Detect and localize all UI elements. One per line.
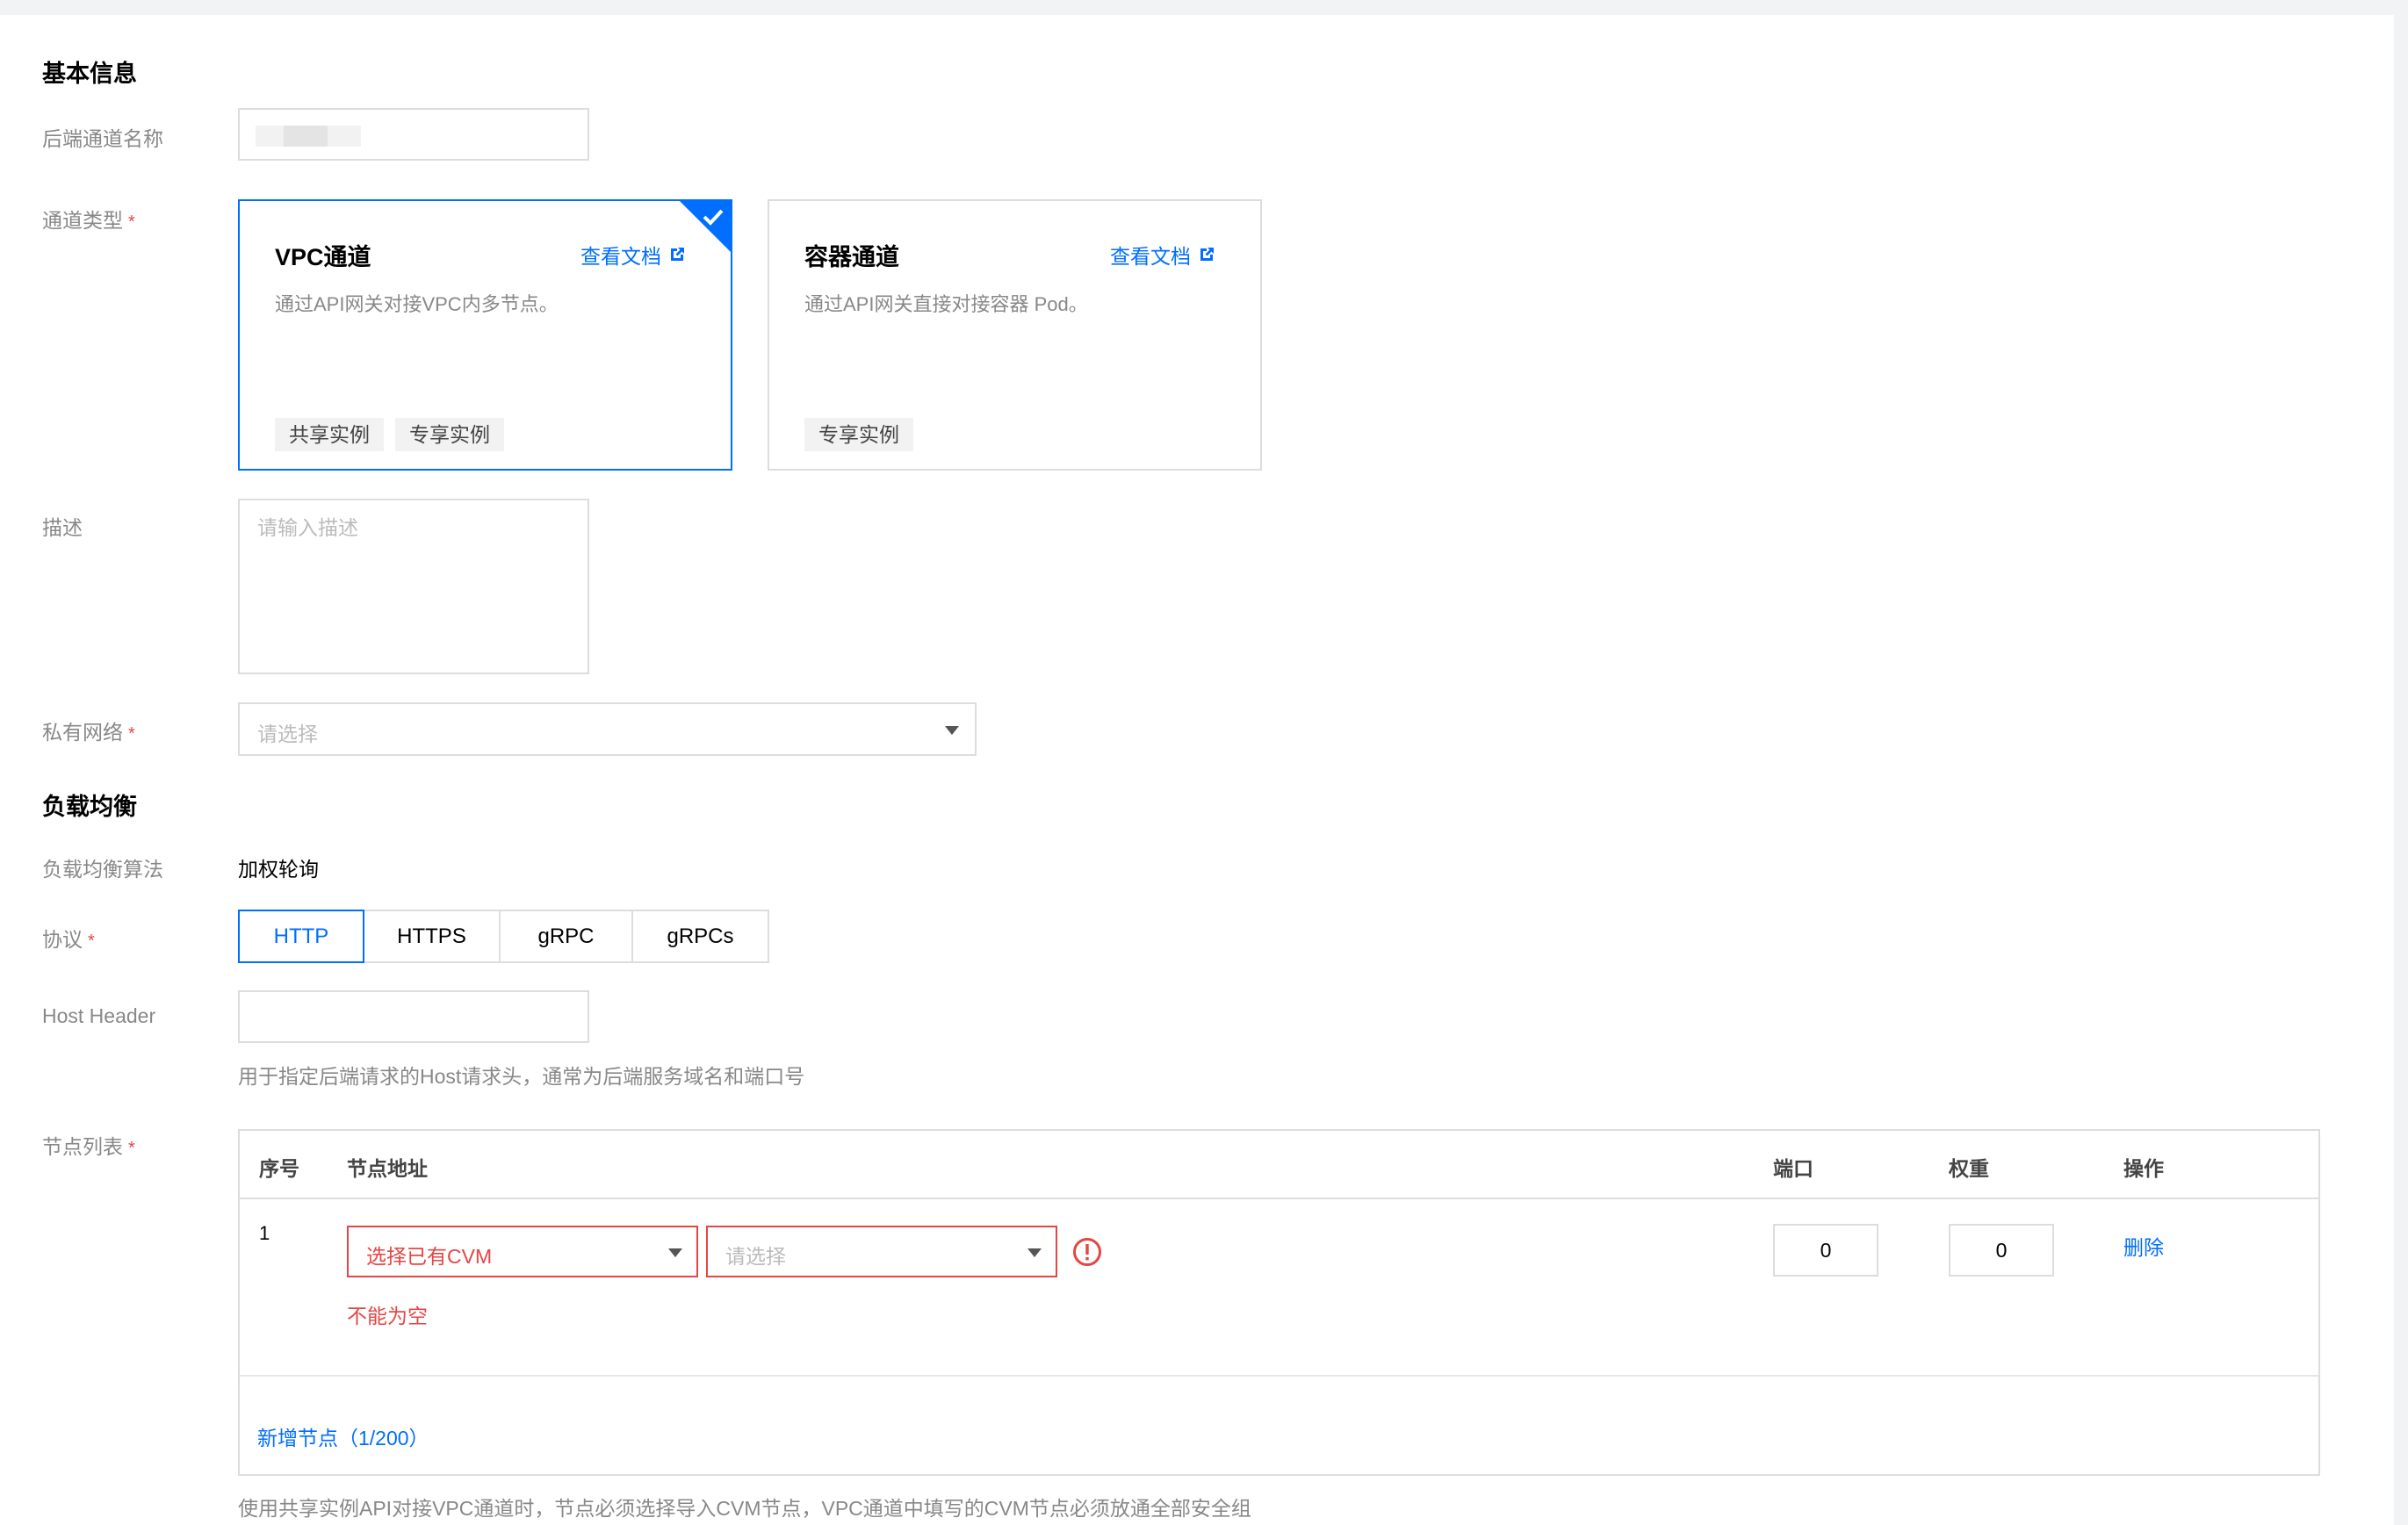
table-header: 序号 节点地址 端口 权重 操作 (240, 1131, 2318, 1199)
add-node-link[interactable]: 新增节点（1/200） (257, 1421, 429, 1451)
protocol-label: 协议 * (42, 928, 95, 951)
tag-shared-instance: 共享实例 (275, 418, 384, 451)
nodes-footer-hint: 使用共享实例API对接VPC通道时，节点必须选择导入CVM节点，VPC通道中填写… (238, 1497, 1251, 1520)
nodes-table: 序号 节点地址 端口 权重 操作 1 选择已有CVM 请选择 不能为空 0 0 … (238, 1129, 2320, 1476)
node-instance-select[interactable]: 请选择 (706, 1226, 1057, 1277)
column-header-weight: 权重 (1949, 1157, 1989, 1180)
vpc-label: 私有网络 * (42, 721, 135, 744)
chevron-down-icon (945, 726, 959, 735)
protocol-option-https[interactable]: HTTPS (363, 910, 501, 963)
column-header-index: 序号 (259, 1157, 299, 1180)
vpc-channel-card[interactable]: VPC通道 查看文档 通过API网关对接VPC内多节点。 共享实例 专享实例 (238, 199, 732, 471)
card-desc: 通过API网关对接VPC内多节点。 (275, 293, 559, 315)
node-source-select[interactable]: 选择已有CVM (347, 1226, 698, 1277)
algorithm-value: 加权轮询 (238, 858, 319, 881)
weight-input[interactable]: 0 (1949, 1224, 2054, 1277)
chevron-down-icon (668, 1248, 682, 1257)
card-desc: 通过API网关直接对接容器 Pod。 (804, 293, 1088, 315)
algorithm-label: 负载均衡算法 (42, 858, 163, 881)
row-index: 1 (259, 1222, 270, 1244)
vpc-placeholder: 请选择 (257, 723, 318, 745)
nodes-label: 节点列表 * (42, 1135, 135, 1158)
node-source-value: 选择已有CVM (366, 1245, 493, 1268)
column-header-address: 节点地址 (347, 1157, 428, 1180)
tag-dedicated-instance: 专享实例 (395, 418, 504, 451)
protocol-option-grpcs[interactable]: gRPCs (631, 910, 769, 963)
selected-check-icon (680, 201, 731, 252)
protocol-option-grpc[interactable]: gRPC (499, 910, 633, 963)
section-title-basic: 基本信息 (42, 61, 137, 87)
column-header-port: 端口 (1773, 1157, 1813, 1180)
host-header-label: Host Header (42, 1004, 156, 1027)
chevron-down-icon (1027, 1248, 1042, 1257)
error-icon (1073, 1238, 1101, 1266)
node-instance-placeholder: 请选择 (725, 1245, 786, 1268)
description-placeholder: 请输入描述 (257, 516, 358, 539)
section-title-lb: 负载均衡 (42, 794, 137, 820)
description-textarea[interactable]: 请输入描述 (238, 499, 589, 674)
view-docs-link[interactable]: 查看文档 (580, 240, 686, 270)
blurred-value-core (284, 126, 328, 147)
host-header-input[interactable] (238, 990, 589, 1043)
delete-link[interactable]: 删除 (2123, 1231, 2164, 1261)
port-input[interactable]: 0 (1773, 1224, 1878, 1277)
protocol-option-http[interactable]: HTTP (238, 910, 364, 963)
vpc-select[interactable]: 请选择 (238, 702, 977, 756)
channel-type-label: 通道类型 * (42, 209, 135, 232)
column-header-action: 操作 (2123, 1157, 2164, 1180)
table-row: 1 选择已有CVM 请选择 不能为空 0 0 删除 (240, 1199, 2318, 1377)
card-title: VPC通道 (275, 244, 371, 270)
host-header-hint: 用于指定后端请求的Host请求头，通常为后端服务域名和端口号 (238, 1065, 805, 1088)
card-title: 容器通道 (804, 244, 899, 270)
form-panel: 基本信息 后端通道名称 通道类型 * VPC通道 查看文档 通过API网关对接VP… (0, 15, 2394, 1525)
description-label: 描述 (42, 516, 83, 539)
error-message: 不能为空 (347, 1305, 428, 1327)
container-channel-card[interactable]: 容器通道 查看文档 通过API网关直接对接容器 Pod。 专享实例 (768, 199, 1262, 471)
protocol-segmented: HTTP HTTPS gRPC gRPCs (238, 910, 769, 963)
tag-dedicated-instance: 专享实例 (804, 418, 913, 451)
external-link-icon (1200, 248, 1214, 261)
channel-name-input[interactable] (238, 108, 589, 161)
channel-name-label: 后端通道名称 (42, 127, 163, 150)
view-docs-link[interactable]: 查看文档 (1110, 240, 1215, 270)
